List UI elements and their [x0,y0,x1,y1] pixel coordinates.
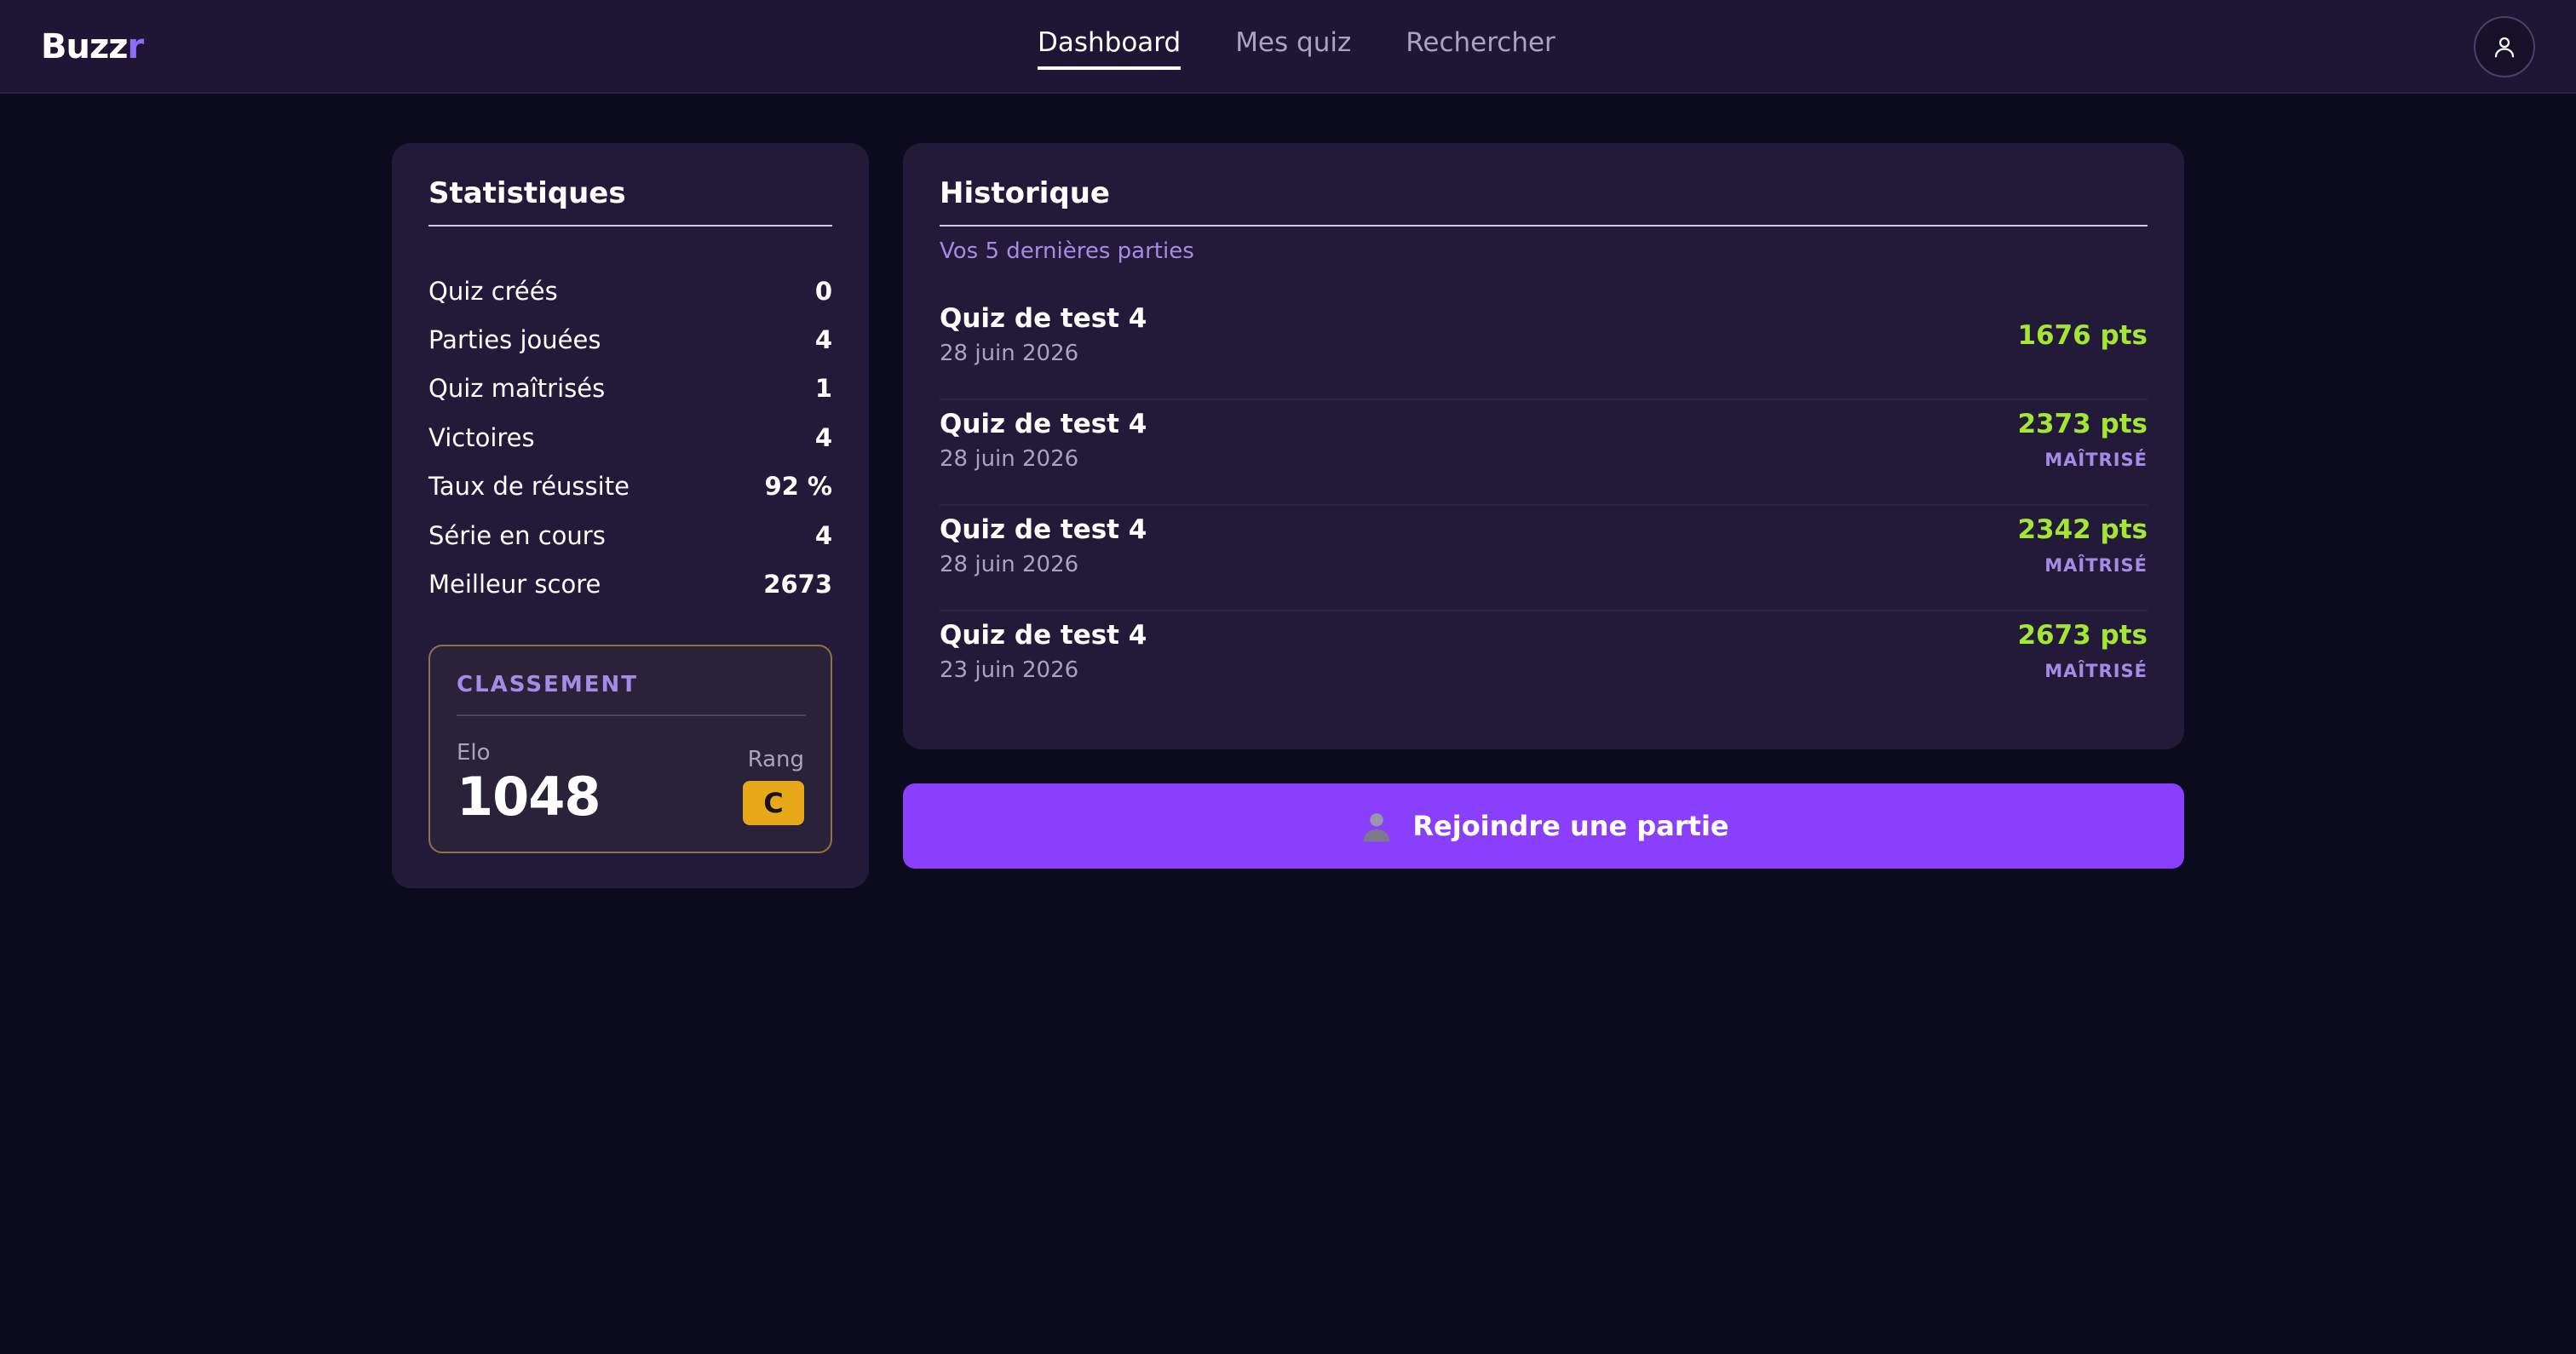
stat-row-meilleur-score: Meilleur score 2673 [428,559,832,608]
history-divider [940,225,2148,227]
join-game-label: Rejoindre une partie [1412,810,1729,842]
ranking-box: CLASSEMENT Elo 1048 Rang C [428,645,832,853]
stat-label: Quiz maîtrisés [428,374,606,404]
ranking-divider [457,714,806,716]
game-date: 28 juin 2026 [940,552,1079,577]
top-navigation-bar: Buzzr Dashboard Mes quiz Rechercher [0,0,2576,94]
statistics-list: Quiz créés 0 Parties jouées 4 Quiz maîtr… [428,267,832,609]
logo-accent-letter: r [127,27,145,66]
stat-value: 4 [814,520,832,550]
stat-row-quiz-maitrises: Quiz maîtrisés 1 [428,364,832,413]
elo-label: Elo [457,740,491,766]
tab-mes-quiz[interactable]: Mes quiz [1235,24,1351,70]
history-card: Historique Vos 5 dernières parties Quiz … [903,143,2184,749]
statistics-title: Statistiques [428,176,626,210]
history-row[interactable]: Quiz de test 4 28 juin 2026 2342 pts MAÎ… [940,506,2148,611]
game-quiz-name: Quiz de test 4 [940,303,1147,334]
mastered-tag: MAÎTRISÉ [2044,555,2148,576]
stat-value: 4 [814,422,832,452]
statistics-header: Statistiques [428,174,832,227]
stat-label: Victoires [428,422,535,452]
tab-rechercher[interactable]: Rechercher [1406,24,1555,70]
game-quiz-name: Quiz de test 4 [940,409,1147,439]
history-row[interactable]: Quiz de test 4 23 juin 2026 2673 pts MAÎ… [940,611,2148,717]
rank-badge: C [743,781,804,825]
stat-value: 4 [814,325,832,355]
stat-label: Meilleur score [428,570,601,600]
stat-row-taux-reussite: Taux de réussite 92 % [428,462,832,511]
stat-row-parties-jouees: Parties jouées 4 [428,315,832,364]
game-date: 28 juin 2026 [940,341,1079,366]
stat-value: 0 [814,276,832,306]
history-title: Historique [940,176,1110,210]
user-icon [2494,37,2515,58]
stat-row-serie-en-cours: Série en cours 4 [428,511,832,559]
history-list: Quiz de test 4 28 juin 2026 1676 pts Qui… [940,295,2148,717]
stat-label: Quiz créés [428,276,558,306]
game-score: 2342 pts [2017,514,2148,545]
profile-avatar-button[interactable] [2474,16,2535,77]
mastered-tag: MAÎTRISÉ [2044,450,2148,470]
person-silhouette-icon [1358,807,1395,845]
game-date: 28 juin 2026 [940,446,1079,472]
main-nav: Dashboard Mes quiz Rechercher [1038,24,1555,70]
game-score: 1676 pts [2017,320,2148,351]
game-score: 2373 pts [2017,409,2148,439]
history-subtitle: Vos 5 dernières parties [940,238,1194,264]
stat-row-victoires: Victoires 4 [428,413,832,462]
tab-dashboard[interactable]: Dashboard [1038,24,1182,70]
mastered-tag: MAÎTRISÉ [2044,661,2148,681]
stat-label: Série en cours [428,520,606,550]
game-date: 23 juin 2026 [940,657,1079,683]
history-header: Historique [940,174,2148,227]
stat-row-quiz-crees: Quiz créés 0 [428,267,832,315]
app-logo[interactable]: Buzzr [41,26,145,68]
history-row[interactable]: Quiz de test 4 28 juin 2026 2373 pts MAÎ… [940,400,2148,506]
game-quiz-name: Quiz de test 4 [940,514,1147,545]
join-game-button[interactable]: Rejoindre une partie [903,783,2184,869]
game-score: 2673 pts [2017,620,2148,651]
stat-label: Parties jouées [428,325,601,355]
stat-label: Taux de réussite [428,472,630,502]
statistics-divider [428,225,832,227]
statistics-card: Statistiques Quiz créés 0 Parties jouées… [392,143,869,888]
ranking-title: CLASSEMENT [457,672,638,697]
stat-value: 1 [814,374,832,404]
game-quiz-name: Quiz de test 4 [940,620,1147,651]
elo-value: 1048 [457,766,601,828]
rank-label: Rang [747,747,804,772]
history-row[interactable]: Quiz de test 4 28 juin 2026 1676 pts [940,295,2148,400]
logo-text: Buzz [41,27,129,66]
stat-value: 2673 [763,570,832,600]
stat-value: 92 % [764,472,832,502]
